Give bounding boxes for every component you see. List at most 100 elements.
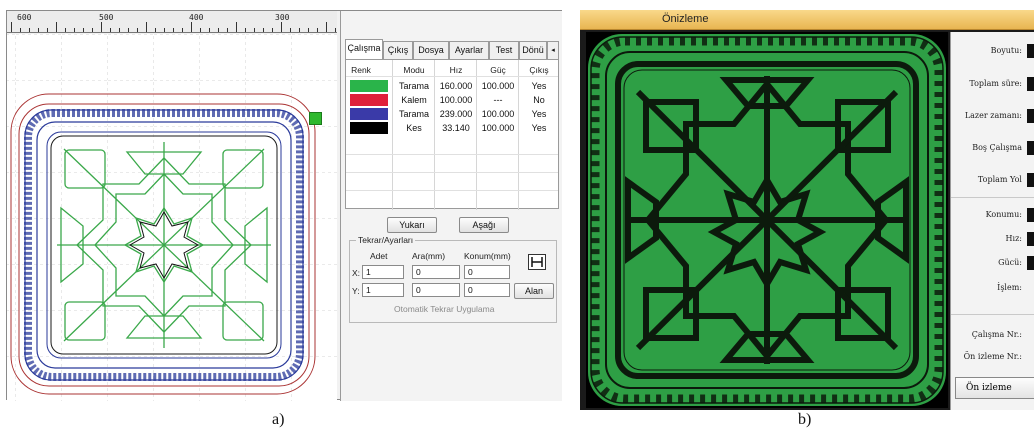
speed-label: Hız: (1005, 234, 1022, 243)
tab-donu[interactable]: Dönü (519, 41, 547, 59)
idle-value (1027, 141, 1034, 155)
settings-panel: Çalışma Çıkış Dosya Ayarlar Test Dönü ◂ … (340, 11, 562, 401)
y-gap-input[interactable]: 0 (412, 283, 460, 297)
ruler-tick (29, 28, 30, 32)
ruler-tick (245, 28, 246, 32)
table-cell[interactable]: 100.000 (478, 121, 518, 135)
run-number-label: Çalışma Nr.: (971, 330, 1022, 339)
col-header-power: Güç (490, 65, 506, 75)
total-path-label: Toplam Yol (977, 175, 1022, 184)
tab-calisma[interactable]: Çalışma (345, 39, 383, 59)
caption-a: a) (272, 411, 285, 428)
ruler-tick (173, 28, 174, 32)
table-cell[interactable]: 239.000 (436, 107, 476, 121)
ruler-label: 400 (189, 13, 204, 22)
table-cell[interactable]: Tarama (394, 107, 434, 121)
ruler-tick (326, 22, 327, 32)
repeat-group-title: Tekrar/Ayarları (356, 235, 416, 245)
ruler-tick (20, 28, 21, 32)
ruler-tick (155, 28, 156, 32)
table-cell[interactable]: Kes (394, 121, 434, 135)
table-cell[interactable]: --- (478, 93, 518, 107)
total-time-value (1027, 77, 1034, 91)
layer-color-swatch[interactable] (350, 94, 388, 106)
layer-color-swatch[interactable] (350, 122, 388, 134)
y-count-input[interactable]: 1 (362, 283, 404, 297)
ruler-tick (128, 28, 129, 32)
layer-color-swatch[interactable] (350, 108, 388, 120)
col-label-count: Adet (370, 251, 388, 261)
ruler-tick (263, 28, 264, 32)
col-header-color: Renk (351, 65, 371, 75)
power-label: Gücü: (998, 258, 1022, 267)
ruler-tick (281, 22, 282, 32)
table-cell[interactable]: Tarama (394, 79, 434, 93)
ruler-tick (317, 28, 318, 32)
preview-button[interactable]: Ön izleme (955, 377, 1034, 399)
idle-label: Boş Çalışma (972, 143, 1022, 152)
table-cell[interactable]: 100.000 (436, 93, 476, 107)
ruler-tick (182, 28, 183, 32)
move-up-button[interactable]: Yukarı (387, 217, 437, 233)
ruler-tick (236, 22, 237, 32)
area-button[interactable]: Alan (514, 283, 554, 299)
speed-value (1027, 232, 1034, 246)
top-ruler: 600 500 400 300 (7, 11, 337, 33)
table-cell[interactable]: 33.140 (436, 121, 476, 135)
total-path-value (1027, 173, 1034, 187)
table-cell[interactable]: Yes (520, 121, 558, 135)
preview-title: Önizleme (662, 13, 709, 25)
y-position-input[interactable]: 0 (464, 283, 510, 297)
ruler-tick (92, 28, 93, 32)
design-canvas[interactable] (7, 34, 337, 401)
tab-test[interactable]: Test (489, 41, 519, 59)
repeat-settings-group: Tekrar/Ayarları Adet Ara(mm) Konum(mm) X… (349, 235, 557, 323)
laser-software-window: 600 500 400 300 Çalışma Çıkış Dosya Ayar… (6, 10, 562, 401)
table-cell[interactable]: No (520, 93, 558, 107)
layer-color-swatch[interactable] (350, 80, 388, 92)
table-cell[interactable]: Yes (520, 79, 558, 93)
ruler-tick (191, 22, 192, 32)
ruler-tick (335, 28, 336, 32)
caption-b: b) (798, 411, 812, 428)
col-header-speed: Hız (449, 65, 463, 75)
auto-repeat-apply[interactable]: Otomatik Tekrar Uygulama (394, 304, 494, 314)
ruler-tick (227, 28, 228, 32)
x-gap-input[interactable]: 0 (412, 265, 460, 279)
preview-info-panel: Boyutu: Toplam süre: Lazer zamanı: Boş Ç… (950, 32, 1034, 410)
ruler-tick (83, 28, 84, 32)
ruler-tick (308, 28, 309, 32)
total-time-label: Toplam süre: (969, 79, 1022, 88)
engraving-preview (588, 34, 946, 406)
col-label-gap: Ara(mm) (412, 251, 446, 261)
table-cell[interactable]: 100.000 (478, 79, 518, 93)
laser-time-label: Lazer zamanı: (964, 111, 1022, 120)
col-header-output: Çıkış (529, 65, 549, 75)
ruler-tick (209, 28, 210, 32)
tab-dosya[interactable]: Dosya (413, 41, 449, 59)
tab-cikis[interactable]: Çıkış (383, 41, 413, 59)
x-position-input[interactable]: 0 (464, 265, 510, 279)
color-marker (309, 112, 322, 125)
ruler-label: 500 (99, 13, 114, 22)
table-cell[interactable]: Yes (520, 107, 558, 121)
table-cell[interactable]: 100.000 (478, 107, 518, 121)
ruler-tick (272, 28, 273, 32)
ruler-tick (137, 28, 138, 32)
ruler-tick (119, 28, 120, 32)
tab-ayarlar[interactable]: Ayarlar (449, 41, 489, 59)
col-header-mode: Modu (403, 65, 425, 75)
move-down-button[interactable]: Aşağı (459, 217, 509, 233)
process-label: İşlem: (997, 283, 1022, 292)
align-icon[interactable] (528, 254, 546, 270)
size-value (1027, 44, 1034, 58)
ruler-tick (200, 28, 201, 32)
ruler-tick (290, 28, 291, 32)
preview-number-label: Ön izleme Nr.: (963, 352, 1022, 361)
table-cell[interactable]: 160.000 (436, 79, 476, 93)
ruler-tick (299, 28, 300, 32)
table-cell[interactable]: Kalem (394, 93, 434, 107)
arrow-left-icon[interactable]: ◂ (547, 41, 559, 59)
ruler-tick (47, 28, 48, 32)
x-count-input[interactable]: 1 (362, 265, 404, 279)
